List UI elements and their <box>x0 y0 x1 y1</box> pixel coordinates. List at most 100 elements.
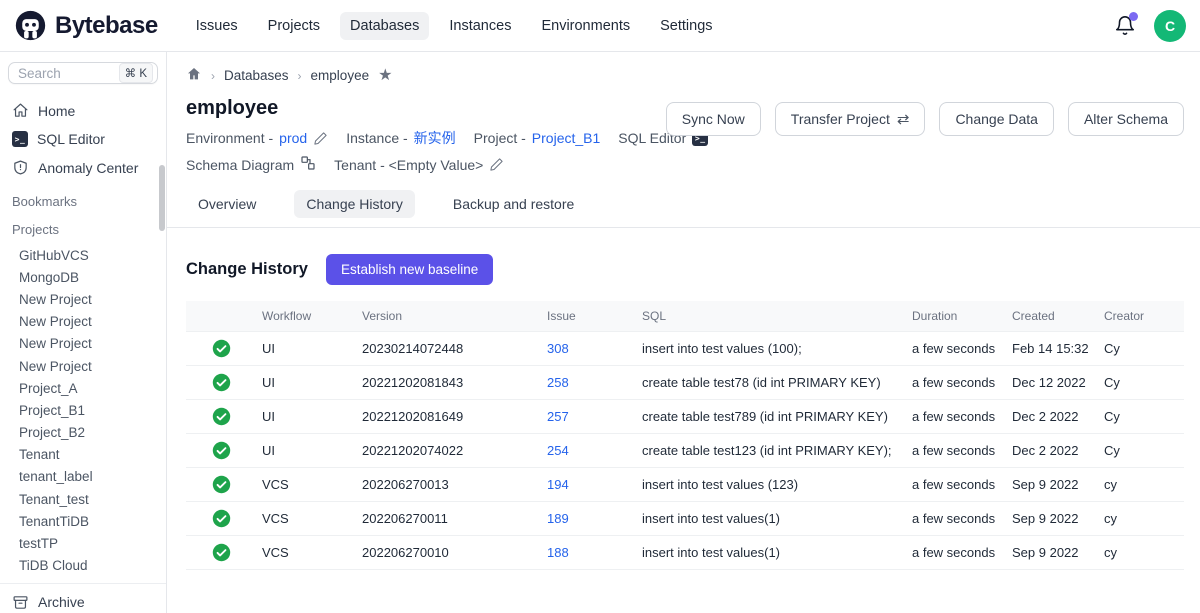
table-row[interactable]: UI20230214072448308insert into test valu… <box>186 332 1184 366</box>
cell-issue[interactable]: 188 <box>541 536 636 570</box>
cell-created: Dec 2 2022 <box>1006 434 1098 468</box>
environment-link[interactable]: prod <box>279 130 307 146</box>
cell-creator: Cy <box>1098 366 1184 400</box>
establish-baseline-button[interactable]: Establish new baseline <box>326 254 493 285</box>
cell-version: 20230214072448 <box>356 332 541 366</box>
cell-creator: Cy <box>1098 434 1184 468</box>
shield-icon <box>12 159 29 176</box>
notifications-button[interactable] <box>1114 15 1136 37</box>
cell-issue[interactable]: 254 <box>541 434 636 468</box>
nav-item-projects[interactable]: Projects <box>258 12 330 40</box>
alter-schema-button[interactable]: Alter Schema <box>1068 102 1184 136</box>
cell-issue[interactable]: 308 <box>541 332 636 366</box>
project-item[interactable]: MongoDB <box>0 266 166 288</box>
cell-workflow: VCS <box>256 502 356 536</box>
table-row[interactable]: VCS202206270010188insert into test value… <box>186 536 1184 570</box>
column-header-version: Version <box>356 301 541 332</box>
breadcrumb-home-icon[interactable] <box>186 66 202 85</box>
project-item[interactable]: Project_B2 <box>0 422 166 444</box>
sidebar-item-archive[interactable]: Archive <box>8 590 158 613</box>
bell-icon <box>1114 24 1136 41</box>
table-header-row: WorkflowVersionIssueSQLDurationCreatedCr… <box>186 301 1184 332</box>
logo-text: Bytebase <box>55 12 158 40</box>
tab-backup-and-restore[interactable]: Backup and restore <box>441 190 586 218</box>
tab-overview[interactable]: Overview <box>186 190 268 218</box>
success-check-icon <box>212 442 231 457</box>
user-avatar[interactable]: C <box>1154 10 1186 42</box>
instance-link[interactable]: 新实例 <box>414 128 456 148</box>
search-input[interactable] <box>18 66 119 81</box>
cell-issue[interactable]: 257 <box>541 400 636 434</box>
tab-change-history[interactable]: Change History <box>294 190 415 218</box>
project-item[interactable]: Tenant_test <box>0 488 166 510</box>
table-row[interactable]: UI20221202081649257create table test789 … <box>186 400 1184 434</box>
cell-issue[interactable]: 194 <box>541 468 636 502</box>
issue-link[interactable]: 194 <box>547 477 569 492</box>
issue-link[interactable]: 257 <box>547 409 569 424</box>
project-item[interactable]: Tenant <box>0 444 166 466</box>
project-item[interactable]: TiDB Cloud <box>0 555 166 577</box>
project-item[interactable]: New Project <box>0 355 166 377</box>
project-item[interactable]: TenantTiDB <box>0 510 166 532</box>
project-item[interactable]: New Project <box>0 288 166 310</box>
sidebar-item-anomaly-center[interactable]: Anomaly Center <box>8 155 158 180</box>
edit-environment-icon[interactable] <box>313 131 328 146</box>
cell-sql: create table test123 (id int PRIMARY KEY… <box>636 434 906 468</box>
sync-now-button[interactable]: Sync Now <box>666 102 761 136</box>
meta-tenant: Tenant - <Empty Value> <box>334 157 504 173</box>
table-row[interactable]: VCS202206270011 189 insert into test value… <box>186 502 1184 536</box>
environment-label: Environment - <box>186 130 273 146</box>
sync-now-label: Sync Now <box>682 111 745 127</box>
change-data-label: Change Data <box>955 111 1038 127</box>
change-history-title: Change History <box>186 260 308 279</box>
project-link[interactable]: Project_B1 <box>532 130 600 146</box>
search-box[interactable]: ⌘ K <box>8 62 158 84</box>
transfer-project-button[interactable]: Transfer Project ⇄ <box>775 102 926 136</box>
cell-issue[interactable]: 189 <box>541 502 636 536</box>
favorite-star-icon[interactable]: ★ <box>378 68 392 84</box>
cell-issue[interactable]: 258 <box>541 366 636 400</box>
breadcrumb-databases[interactable]: Databases <box>224 68 289 83</box>
nav-item-environments[interactable]: Environments <box>531 12 640 40</box>
meta-instance: Instance - 新实例 <box>346 128 455 148</box>
issue-link[interactable]: 254 <box>547 443 569 458</box>
cell-sql: insert into test values(1) <box>636 502 906 536</box>
issue-link[interactable]: 258 <box>547 375 569 390</box>
sidebar-divider <box>0 583 166 584</box>
project-item[interactable]: GitHubVCS <box>0 244 166 266</box>
cell-version: 202206270013 <box>356 468 541 502</box>
sidebar: ⌘ K Home>_SQL EditorAnomaly Center Bookm… <box>0 52 167 613</box>
sidebar-scrollbar[interactable] <box>159 165 165 231</box>
project-item[interactable]: New Project <box>0 311 166 333</box>
project-item[interactable]: testTP <box>0 532 166 554</box>
cell-workflow: UI <box>256 434 356 468</box>
project-item[interactable]: Project_B1 <box>0 399 166 421</box>
cell-duration: a few seconds <box>906 366 1006 400</box>
nav-item-settings[interactable]: Settings <box>650 12 722 40</box>
issue-link[interactable]: 308 <box>547 341 569 356</box>
change-data-button[interactable]: Change Data <box>939 102 1054 136</box>
project-item[interactable]: Project_A <box>0 377 166 399</box>
cell-sql: create table test78 (id int PRIMARY KEY) <box>636 366 906 400</box>
bytebase-logo[interactable]: Bytebase <box>14 9 158 42</box>
nav-item-databases[interactable]: Databases <box>340 12 429 40</box>
transfer-icon: ⇄ <box>897 112 910 127</box>
home-icon <box>12 102 29 119</box>
issue-link[interactable]: 188 <box>547 545 569 560</box>
edit-tenant-icon[interactable] <box>489 157 504 172</box>
success-check-icon <box>212 374 231 389</box>
issue-link[interactable]: 189 <box>547 511 569 526</box>
table-row[interactable]: UI20221202081843258create table test78 (… <box>186 366 1184 400</box>
cell-version: 202206270011 <box>356 502 541 536</box>
sidebar-item-home[interactable]: Home <box>8 98 158 123</box>
nav-item-issues[interactable]: Issues <box>186 12 248 40</box>
table-row[interactable]: UI20221202074022254create table test123 … <box>186 434 1184 468</box>
cell-created: Sep 9 2022 <box>1006 502 1098 536</box>
nav-item-instances[interactable]: Instances <box>439 12 521 40</box>
sidebar-item-sql-editor[interactable]: >_SQL Editor <box>8 127 158 151</box>
meta-schema-diagram[interactable]: Schema Diagram <box>186 155 316 174</box>
column-header-status <box>186 301 256 332</box>
project-item[interactable]: tenant_label <box>0 466 166 488</box>
table-row[interactable]: VCS202206270013194insert into test value… <box>186 468 1184 502</box>
project-item[interactable]: New Project <box>0 333 166 355</box>
